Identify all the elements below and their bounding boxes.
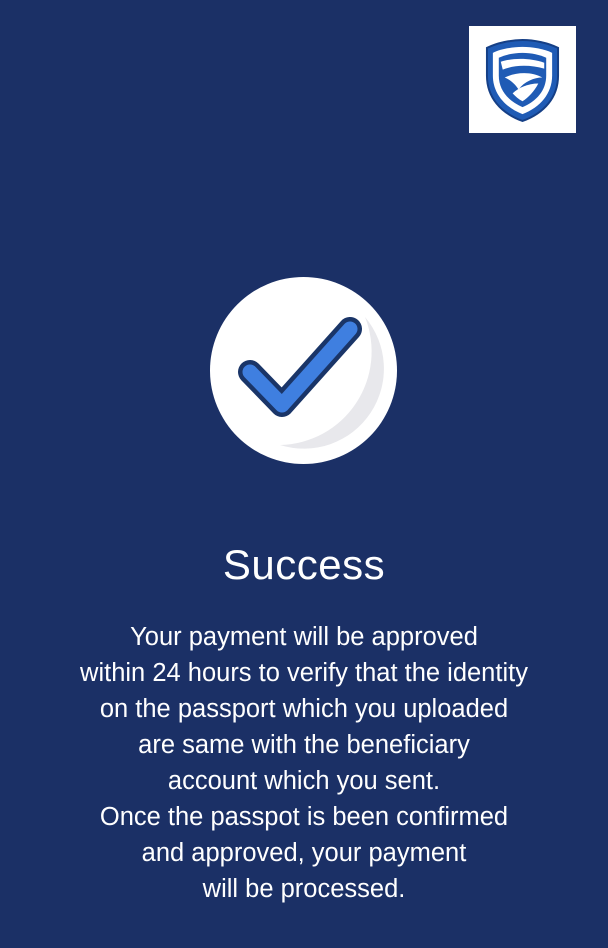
checkmark-circle-icon — [210, 277, 397, 464]
message-line: will be processed. — [202, 875, 406, 903]
message-line: account which you sent. — [167, 767, 441, 795]
bank-logo — [469, 26, 576, 133]
page-title: Success — [222, 541, 386, 588]
status-message: Your payment will be approved within 24 … — [20, 619, 588, 907]
message-line: are same with the beneficiary — [138, 731, 470, 759]
message-line: within 24 hours to verify that the ident… — [80, 659, 528, 687]
message-line: Once the passpot is been confirmed — [99, 803, 509, 831]
success-screen: Success Your payment will be approved wi… — [0, 0, 608, 948]
message-line: on the passport which you uploaded — [99, 695, 509, 723]
message-line: Your payment will be approved — [130, 623, 478, 651]
success-check — [210, 277, 397, 464]
message-line: and approved, your payment — [141, 839, 467, 867]
shield-logo-icon — [485, 39, 560, 123]
